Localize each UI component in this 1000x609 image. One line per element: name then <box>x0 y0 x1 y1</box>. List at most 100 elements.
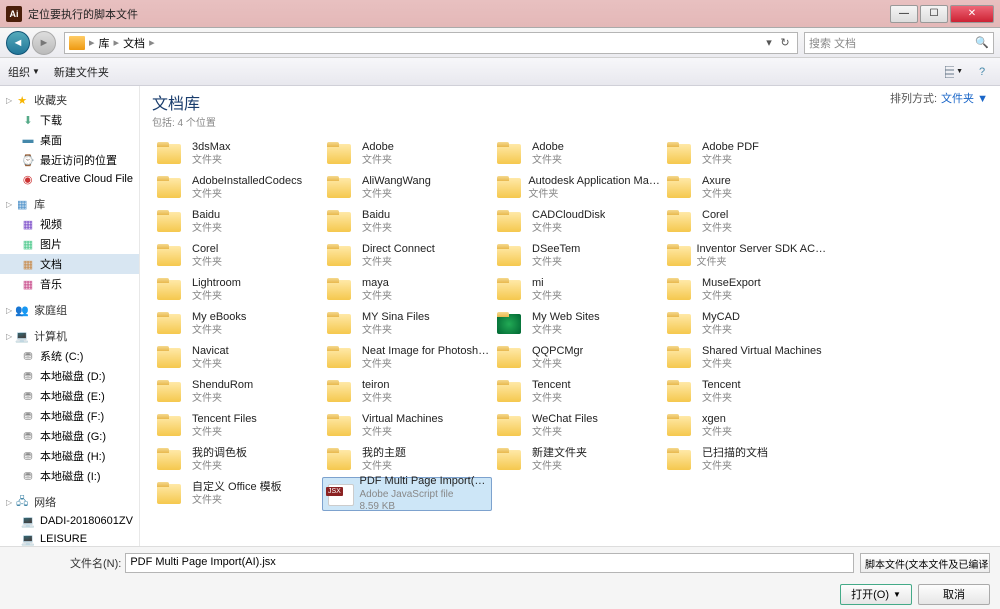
view-mode-button[interactable]: ▼ <box>944 63 964 81</box>
sidebar-libraries-head[interactable]: ▦库 <box>0 194 139 214</box>
folder-item[interactable]: Corel文件夹 <box>152 239 322 273</box>
folder-name: Direct Connect <box>362 243 435 256</box>
folder-item[interactable]: ShenduRom文件夹 <box>152 375 322 409</box>
folder-item[interactable]: QQPCMgr文件夹 <box>492 341 662 375</box>
folder-item[interactable]: Lightroom文件夹 <box>152 273 322 307</box>
folder-item[interactable]: Corel文件夹 <box>662 205 832 239</box>
open-button[interactable]: 打开(O)▼ <box>840 584 912 605</box>
folder-item[interactable]: 3dsMax文件夹 <box>152 137 322 171</box>
breadcrumb[interactable]: ▸ 库 ▸ 文档 ▸ ▾↻ <box>64 32 798 54</box>
folder-item[interactable]: Navicat文件夹 <box>152 341 322 375</box>
search-input[interactable]: 搜索 文档 🔍 <box>804 32 994 54</box>
forward-button[interactable]: ► <box>32 31 56 55</box>
sidebar-item-pictures[interactable]: ▦图片 <box>0 234 139 254</box>
sidebar-network-head[interactable]: 🖧网络 <box>0 492 139 512</box>
breadcrumb-part[interactable]: 文档 <box>119 35 149 51</box>
folder-item[interactable]: xgen文件夹 <box>662 409 832 443</box>
folder-item[interactable]: CADCloudDisk文件夹 <box>492 205 662 239</box>
folder-type: 文件夹 <box>192 393 253 405</box>
folder-item[interactable]: Axure文件夹 <box>662 171 832 205</box>
folder-item[interactable]: mi文件夹 <box>492 273 662 307</box>
back-button[interactable]: ◄ <box>6 31 30 55</box>
history-dropdown-icon[interactable]: ▾ <box>761 36 777 49</box>
sidebar-item-drive[interactable]: ⛃本地磁盘 (I:) <box>0 466 139 486</box>
sidebar-item-desktop[interactable]: ▬桌面 <box>0 130 139 150</box>
folder-item[interactable]: AliWangWang文件夹 <box>322 171 492 205</box>
folder-type: 文件夹 <box>192 257 222 269</box>
sidebar-item-music[interactable]: ▦音乐 <box>0 274 139 294</box>
folder-item[interactable]: MY Sina Files文件夹 <box>322 307 492 341</box>
folder-item[interactable]: PDF Multi Page Import(AI).jsxAdobe JavaS… <box>322 477 492 511</box>
folder-item[interactable]: MyCAD文件夹 <box>662 307 832 341</box>
folder-item[interactable]: AdobeInstalledCodecs文件夹 <box>152 171 322 205</box>
help-icon[interactable]: ? <box>972 63 992 81</box>
folder-name: Tencent <box>702 379 741 392</box>
folder-item[interactable]: 我的调色板文件夹 <box>152 443 322 477</box>
sidebar-item-cc[interactable]: ◉Creative Cloud File <box>0 170 139 188</box>
folder-item[interactable]: My eBooks文件夹 <box>152 307 322 341</box>
folder-item[interactable]: MuseExport文件夹 <box>662 273 832 307</box>
folder-item[interactable]: Autodesk Application Manager文件夹 <box>492 171 662 205</box>
folder-type: 文件夹 <box>702 189 732 201</box>
sidebar-item-documents[interactable]: ▦文档 <box>0 254 139 274</box>
sidebar-favorites-head[interactable]: ★收藏夹 <box>0 90 139 110</box>
folder-item[interactable]: teiron文件夹 <box>322 375 492 409</box>
folder-item[interactable]: Direct Connect文件夹 <box>322 239 492 273</box>
folder-item[interactable]: 新建文件夹文件夹 <box>492 443 662 477</box>
refresh-icon[interactable]: ↻ <box>777 36 793 49</box>
folder-item[interactable]: 自定义 Office 模板文件夹 <box>152 477 322 511</box>
filename-input[interactable]: PDF Multi Page Import(AI).jsx <box>125 553 854 573</box>
close-button[interactable]: ✕ <box>950 5 994 23</box>
folder-item[interactable]: My Web Sites文件夹 <box>492 307 662 341</box>
folder-item[interactable]: Adobe PDF文件夹 <box>662 137 832 171</box>
folder-item[interactable]: 我的主题文件夹 <box>322 443 492 477</box>
sidebar-item-drive[interactable]: ⛃本地磁盘 (G:) <box>0 426 139 446</box>
sidebar-item-drive[interactable]: ⛃本地磁盘 (D:) <box>0 366 139 386</box>
folder-icon <box>494 445 526 475</box>
newfolder-button[interactable]: 新建文件夹 <box>54 64 109 80</box>
folder-item[interactable]: maya文件夹 <box>322 273 492 307</box>
sidebar-item-videos[interactable]: ▦视频 <box>0 214 139 234</box>
library-subtitle: 包括: 4 个位置 <box>152 114 216 129</box>
folder-item[interactable]: WeChat Files文件夹 <box>492 409 662 443</box>
folder-item[interactable]: Inventor Server SDK ACAD 2016文件夹 <box>662 239 832 273</box>
sidebar-item-drive[interactable]: ⛃本地磁盘 (F:) <box>0 406 139 426</box>
folder-name: Tencent Files <box>192 413 257 426</box>
sidebar-item-downloads[interactable]: ⬇下载 <box>0 110 139 130</box>
sidebar-computer-head[interactable]: 💻计算机 <box>0 326 139 346</box>
folder-item[interactable]: Adobe文件夹 <box>492 137 662 171</box>
folder-item[interactable]: DSeeTem文件夹 <box>492 239 662 273</box>
folder-item[interactable]: Virtual Machines文件夹 <box>322 409 492 443</box>
folder-item[interactable]: Shared Virtual Machines文件夹 <box>662 341 832 375</box>
maximize-button[interactable]: ☐ <box>920 5 948 23</box>
organize-button[interactable]: 组织▼ <box>8 64 40 80</box>
folder-item[interactable]: 已扫描的文档文件夹 <box>662 443 832 477</box>
sort-label: 排列方式: <box>890 90 937 106</box>
folder-item[interactable]: Tencent文件夹 <box>492 375 662 409</box>
folder-item[interactable]: Tencent文件夹 <box>662 375 832 409</box>
folder-item[interactable]: Tencent Files文件夹 <box>152 409 322 443</box>
breadcrumb-part[interactable]: 库 <box>95 35 114 51</box>
minimize-button[interactable]: — <box>890 5 918 23</box>
sidebar-item-recent[interactable]: ⌚最近访问的位置 <box>0 150 139 170</box>
filetype-dropdown[interactable]: 脚本文件(文本文件及已编译文)▼ <box>860 553 990 573</box>
cancel-button[interactable]: 取消 <box>918 584 990 605</box>
sidebar-item-drive[interactable]: ⛃本地磁盘 (E:) <box>0 386 139 406</box>
sidebar-item-netpc[interactable]: 💻LEISURE <box>0 530 139 546</box>
folder-icon <box>324 241 356 271</box>
folder-icon <box>154 309 186 339</box>
sort-value[interactable]: 文件夹 ▼ <box>941 90 988 106</box>
folder-item[interactable]: Adobe文件夹 <box>322 137 492 171</box>
filename-bar: 文件名(N): PDF Multi Page Import(AI).jsx 脚本… <box>0 546 1000 579</box>
navbar: ◄ ► ▸ 库 ▸ 文档 ▸ ▾↻ 搜索 文档 🔍 <box>0 28 1000 58</box>
folder-type: 文件夹 <box>702 427 732 439</box>
sidebar-item-drive[interactable]: ⛃本地磁盘 (H:) <box>0 446 139 466</box>
folder-item[interactable]: Baidu文件夹 <box>322 205 492 239</box>
sidebar-homegroup-head[interactable]: 👥家庭组 <box>0 300 139 320</box>
sidebar-item-drive[interactable]: ⛃系统 (C:) <box>0 346 139 366</box>
folder-item[interactable]: Baidu文件夹 <box>152 205 322 239</box>
folder-icon <box>664 139 696 169</box>
sidebar-item-netpc[interactable]: 💻DADI-20180601ZV <box>0 512 139 530</box>
folder-type: 文件夹 <box>702 223 732 235</box>
folder-item[interactable]: Neat Image for Photoshop文件夹 <box>322 341 492 375</box>
